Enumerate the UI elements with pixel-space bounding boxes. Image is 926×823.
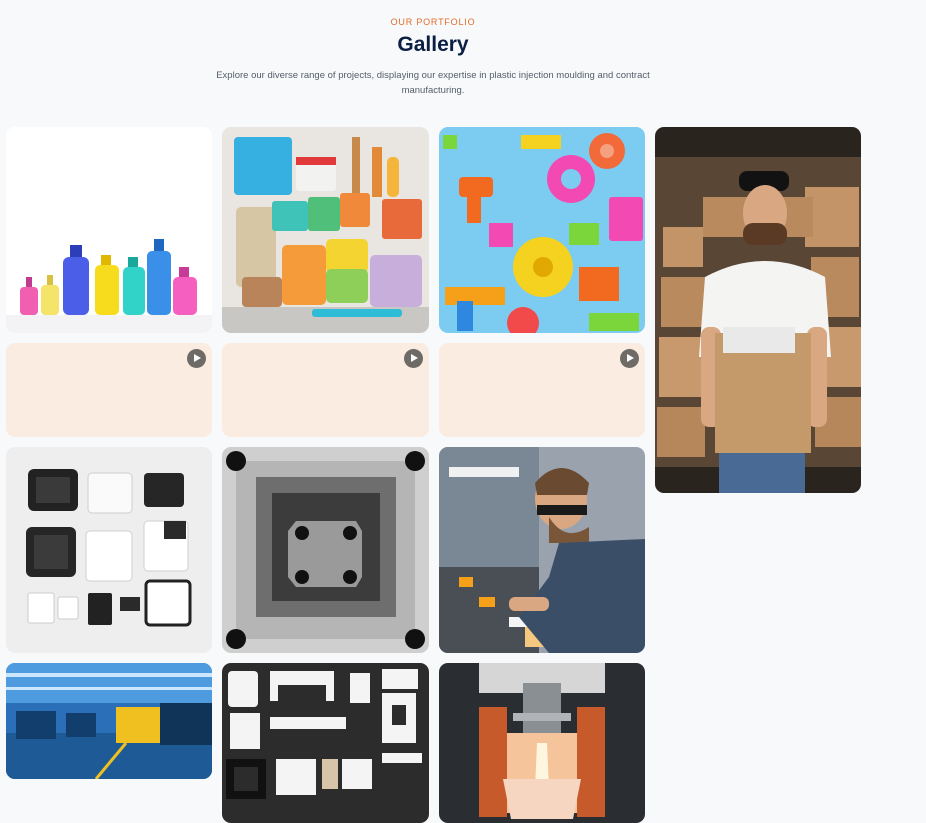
section-subtitle: Explore our diverse range of projects, d… (216, 70, 650, 96)
section-eyebrow: OUR PORTFOLIO (390, 17, 476, 27)
gallery-image-factory-floor[interactable] (6, 663, 212, 779)
gallery-image-engineer[interactable] (439, 447, 645, 653)
page-title: Gallery (397, 33, 469, 56)
gallery-image-white-components[interactable] (222, 663, 429, 823)
gallery-video-1[interactable] (6, 343, 212, 437)
gallery-image-colorful-parts[interactable] (439, 127, 645, 333)
gallery-video-2[interactable] (222, 343, 429, 437)
play-icon[interactable] (187, 349, 206, 368)
gallery-image-bottles[interactable] (6, 127, 212, 333)
play-icon[interactable] (404, 349, 423, 368)
gallery-image-molten-pour[interactable] (439, 663, 645, 823)
gallery-video-3[interactable] (439, 343, 645, 437)
play-icon[interactable] (620, 349, 639, 368)
gallery-image-enclosures[interactable] (6, 447, 212, 653)
gallery-image-containers[interactable] (222, 127, 429, 333)
gallery-image-mould[interactable] (222, 447, 429, 653)
gallery-image-delivery-man[interactable] (655, 127, 861, 493)
